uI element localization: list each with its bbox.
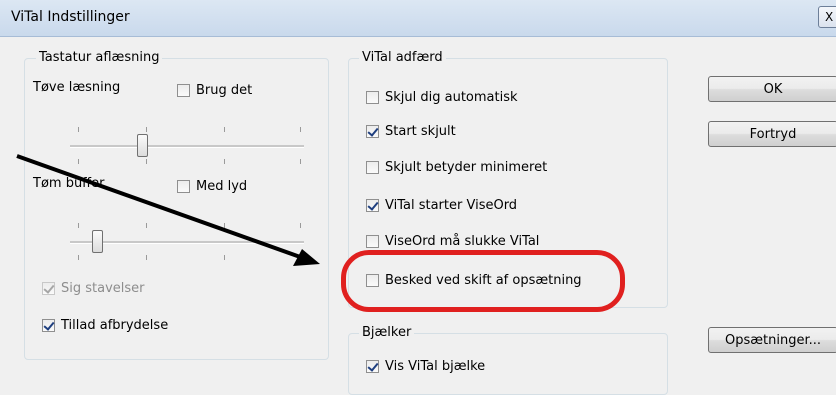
arrow-line: [16, 154, 304, 260]
arrow-annotation: [16, 154, 320, 266]
